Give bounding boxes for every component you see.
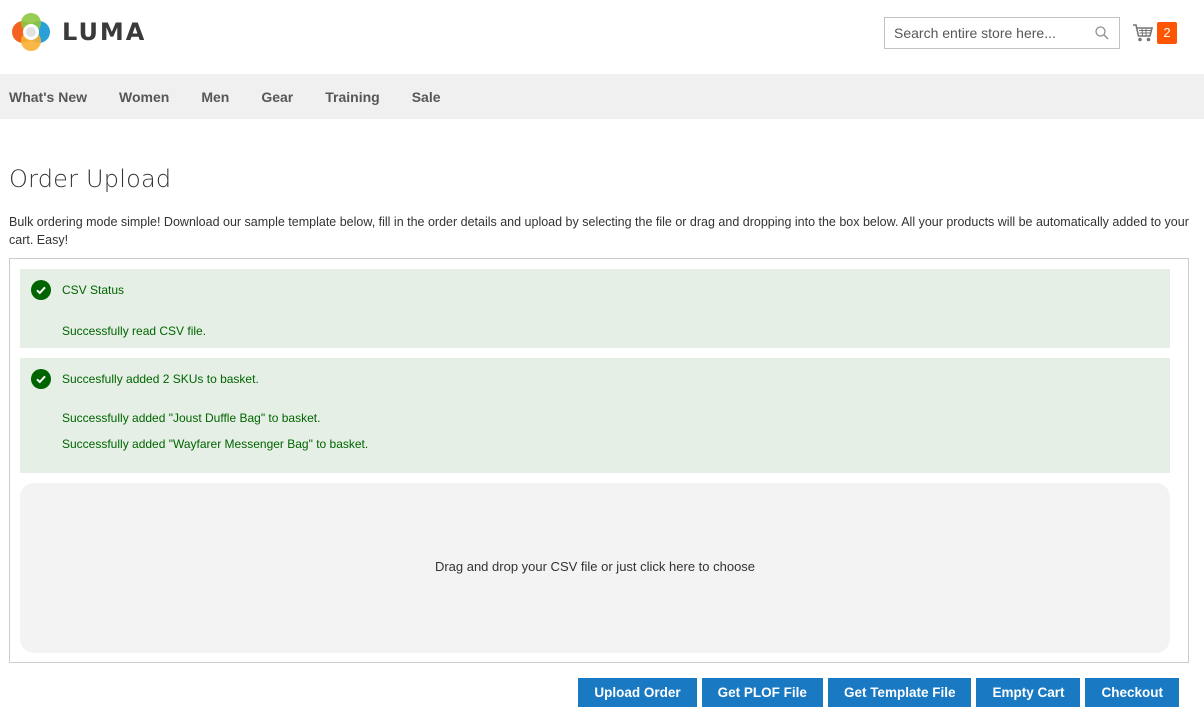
message-line: Successfully added "Joust Duffle Bag" to… (62, 411, 321, 425)
upload-order-button[interactable]: Upload Order (578, 678, 697, 707)
nav-item-sale[interactable]: Sale (412, 89, 441, 105)
search-icon[interactable] (1095, 26, 1109, 40)
shopping-cart-icon (1133, 24, 1154, 42)
mini-cart[interactable]: 2 (1132, 21, 1180, 45)
page-title: Order Upload (9, 165, 172, 193)
csv-dropzone[interactable]: Drag and drop your CSV file or just clic… (20, 483, 1170, 653)
message-line: Successfully read CSV file. (62, 324, 207, 338)
empty-cart-button[interactable]: Empty Cart (976, 678, 1081, 707)
site-header: LUMA 2 (0, 0, 1204, 74)
store-logo[interactable]: LUMA (10, 11, 146, 53)
nav-item-men[interactable]: Men (201, 89, 229, 105)
message-heading: CSV Status (62, 283, 125, 297)
check-circle-icon (31, 369, 51, 389)
luma-logo-icon (12, 13, 50, 51)
nav-item-gear[interactable]: Gear (261, 89, 293, 105)
message-line: Successfully added "Wayfarer Messenger B… (62, 437, 369, 451)
success-message: CSV Status Successfully read CSV file. (20, 269, 1170, 348)
main-nav: What's New Women Men Gear Training Sale (0, 74, 1204, 119)
success-message: Succesfully added 2 SKUs to basket. Succ… (20, 358, 1170, 473)
message-heading: Succesfully added 2 SKUs to basket. (62, 372, 259, 386)
search-input[interactable] (885, 18, 1085, 48)
cart-count-badge: 2 (1157, 22, 1177, 44)
order-upload-panel: CSV Status Successfully read CSV file. S… (9, 258, 1189, 663)
get-plof-file-button[interactable]: Get PLOF File (701, 678, 823, 707)
checkout-button[interactable]: Checkout (1085, 678, 1179, 707)
get-template-file-button[interactable]: Get Template File (827, 678, 972, 707)
check-circle-icon (31, 280, 51, 300)
action-buttons: Upload Order Get PLOF File Get Template … (573, 678, 1179, 707)
dropzone-text: Drag and drop your CSV file or just clic… (434, 559, 756, 574)
intro-text: Bulk ordering mode simple! Download our … (9, 215, 1189, 247)
nav-item-whats-new[interactable]: What's New (9, 89, 87, 105)
nav-item-training[interactable]: Training (325, 89, 379, 105)
nav-item-women[interactable]: Women (119, 89, 169, 105)
brand-name: LUMA (62, 18, 147, 46)
search-box (884, 17, 1120, 49)
